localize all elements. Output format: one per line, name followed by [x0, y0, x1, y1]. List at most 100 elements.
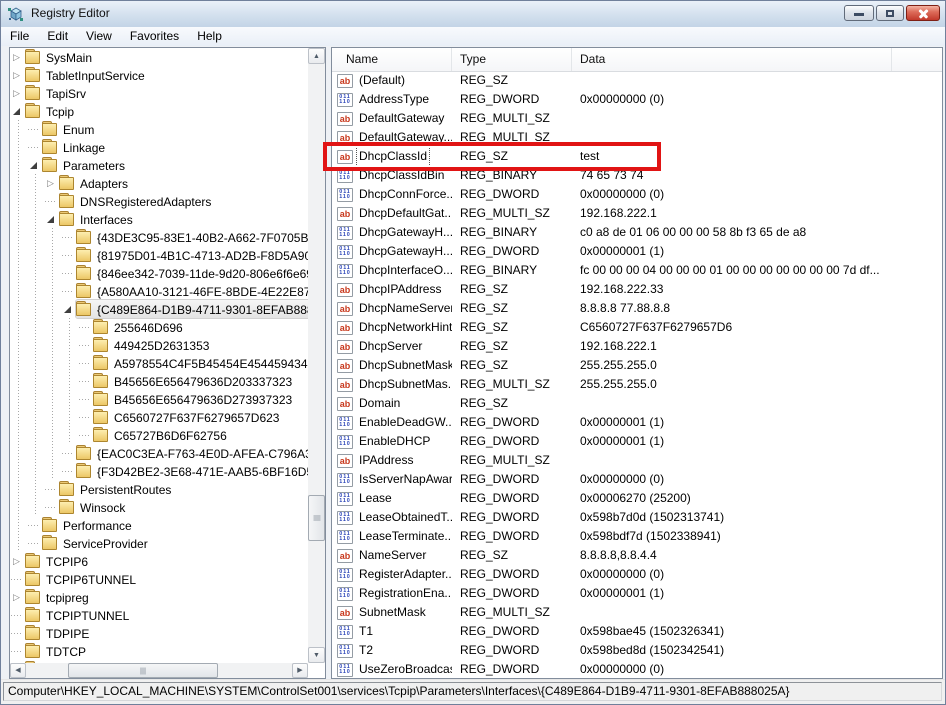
tree-node[interactable]: tcpipreg	[25, 588, 92, 606]
tree-node[interactable]: {846ee342-7039-11de-9d20-806e6f6e69	[76, 264, 308, 282]
scroll-right-arrow-icon[interactable]: ▶	[292, 663, 308, 678]
tree-node[interactable]: C6560727F637F6279657D623	[93, 408, 282, 426]
tree-vertical-scrollbar[interactable]: ▲ ▼	[308, 48, 325, 663]
tree-node[interactable]: C65727B6D6F62756	[93, 426, 230, 444]
registry-value-row[interactable]: abDhcpIPAddressREG_SZ192.168.222.33	[332, 280, 942, 299]
registry-value-row[interactable]: abDefaultGatewayREG_MULTI_SZ	[332, 109, 942, 128]
registry-value-row[interactable]: 011110DhcpGatewayH...REG_DWORD0x00000001…	[332, 242, 942, 261]
scroll-left-arrow-icon[interactable]: ◀	[10, 663, 26, 678]
expander-collapsed-icon[interactable]: ▷	[13, 66, 20, 84]
tree-node[interactable]: Tcpip	[25, 102, 77, 120]
tree-node[interactable]: B45656E656479636D203337323	[93, 372, 295, 390]
maximize-button[interactable]	[876, 5, 904, 21]
registry-value-row[interactable]: 011110T2REG_DWORD0x598bed8d (1502342541)	[332, 641, 942, 660]
registry-value-row[interactable]: abDhcpSubnetMaskREG_SZ255.255.255.0	[332, 356, 942, 375]
registry-value-row[interactable]: abDhcpSubnetMas...REG_MULTI_SZ255.255.25…	[332, 375, 942, 394]
tree-node[interactable]: TCPIP6	[25, 552, 91, 570]
registry-value-row[interactable]: 011110AddressTypeREG_DWORD0x00000000 (0)	[332, 90, 942, 109]
tree-node[interactable]: TCPIP6TUNNEL	[25, 570, 139, 588]
registry-value-row[interactable]: 011110DhcpGatewayH...REG_BINARYc0 a8 de …	[332, 223, 942, 242]
menu-item-help[interactable]: Help	[188, 27, 231, 46]
registry-value-row[interactable]: abDhcpServerREG_SZ192.168.222.1	[332, 337, 942, 356]
close-button[interactable]	[906, 5, 940, 21]
menu-item-favorites[interactable]: Favorites	[121, 27, 188, 46]
registry-value-row[interactable]: 011110DhcpClassIdBinREG_BINARY74 65 73 7…	[332, 166, 942, 185]
value-name-cell: abDomain	[332, 394, 452, 413]
registry-value-row[interactable]: 011110RegistrationEna...REG_DWORD0x00000…	[332, 584, 942, 603]
tree-node[interactable]: 255646D696	[93, 318, 186, 336]
registry-value-row[interactable]: 011110IsServerNapAwareREG_DWORD0x0000000…	[332, 470, 942, 489]
registry-value-row[interactable]: ab(Default)REG_SZ	[332, 71, 942, 90]
tree-node[interactable]: Interfaces	[59, 210, 136, 228]
value-data-cell: 0x598bed8d (1502342541)	[572, 641, 942, 660]
vertical-scroll-thumb[interactable]	[308, 495, 325, 541]
registry-value-row[interactable]: abDomainREG_SZ	[332, 394, 942, 413]
registry-value-row[interactable]: 011110LeaseREG_DWORD0x00006270 (25200)	[332, 489, 942, 508]
registry-value-row[interactable]: 011110LeaseTerminate...REG_DWORD0x598bdf…	[332, 527, 942, 546]
tree-node[interactable]: Performance	[42, 516, 135, 534]
registry-value-row[interactable]: 011110LeaseObtainedT...REG_DWORD0x598b7d…	[332, 508, 942, 527]
expander-collapsed-icon[interactable]: ▷	[47, 174, 54, 192]
tree-node[interactable]: 449425D2631353	[93, 336, 212, 354]
expander-expanded-icon[interactable]	[64, 306, 71, 313]
registry-value-row[interactable]: 011110DhcpInterfaceO...REG_BINARYfc 00 0…	[332, 261, 942, 280]
registry-value-row[interactable]: abDhcpNameServerREG_SZ8.8.8.8 77.88.8.8	[332, 299, 942, 318]
menu-item-file[interactable]: File	[1, 27, 38, 46]
registry-value-row[interactable]: 011110EnableDeadGW...REG_DWORD0x00000001…	[332, 413, 942, 432]
tree-horizontal-scrollbar[interactable]: ◀ ▶	[10, 663, 308, 678]
expander-collapsed-icon[interactable]: ▷	[13, 552, 20, 570]
tree-node[interactable]: Adapters	[59, 174, 131, 192]
tree-node[interactable]: TapiSrv	[25, 84, 89, 102]
minimize-button[interactable]	[844, 5, 874, 21]
menu-item-edit[interactable]: Edit	[38, 27, 77, 46]
column-header-name[interactable]: Name	[332, 48, 452, 71]
registry-value-row[interactable]: abDhcpNetworkHintREG_SZC6560727F637F6279…	[332, 318, 942, 337]
registry-value-row[interactable]: abDefaultGateway...REG_MULTI_SZ	[332, 128, 942, 147]
tree-node[interactable]: {EAC0C3EA-F763-4E0D-AFEA-C796A3A	[76, 444, 308, 462]
tree-node[interactable]: B45656E656479636D273937323	[93, 390, 295, 408]
tree-node[interactable]: TDPIPE	[25, 624, 92, 642]
scroll-up-arrow-icon[interactable]: ▲	[308, 48, 325, 64]
expander-collapsed-icon[interactable]: ▷	[13, 84, 20, 102]
registry-value-row[interactable]: 011110T1REG_DWORD0x598bae45 (1502326341)	[332, 622, 942, 641]
expander-expanded-icon[interactable]	[47, 216, 54, 223]
tree-node[interactable]: SysMain	[25, 48, 95, 66]
expander-expanded-icon[interactable]	[30, 162, 37, 169]
expander-expanded-icon[interactable]	[13, 108, 20, 115]
registry-value-row[interactable]: 011110UseZeroBroadcastREG_DWORD0x0000000…	[332, 660, 942, 678]
tree-node[interactable]: TabletInputService	[25, 66, 148, 84]
column-header-data[interactable]: Data	[572, 48, 892, 71]
tree-node[interactable]: Enum	[42, 120, 97, 138]
tree-node[interactable]: DNSRegisteredAdapters	[59, 192, 214, 210]
tree-node[interactable]: TDTCP	[25, 642, 89, 660]
tree-node[interactable]: {C489E864-D1B9-4711-9301-8EFAB888	[76, 300, 308, 318]
registry-value-row[interactable]: abSubnetMaskREG_MULTI_SZ	[332, 603, 942, 622]
menu-item-view[interactable]: View	[77, 27, 121, 46]
registry-value-row[interactable]: abDhcpDefaultGat...REG_MULTI_SZ192.168.2…	[332, 204, 942, 223]
registry-value-row[interactable]: 011110DhcpConnForce...REG_DWORD0x0000000…	[332, 185, 942, 204]
expander-collapsed-icon[interactable]: ▷	[13, 48, 20, 66]
expander-collapsed-icon[interactable]: ▷	[13, 588, 20, 606]
registry-value-row[interactable]: abIPAddressREG_MULTI_SZ	[332, 451, 942, 470]
scroll-down-arrow-icon[interactable]: ▼	[308, 647, 325, 663]
tree-node[interactable]: {43DE3C95-83E1-40B2-A662-7F0705B8	[76, 228, 308, 246]
tree-node[interactable]: Parameters	[42, 156, 128, 174]
tree-node[interactable]: {A580AA10-3121-46FE-8BDE-4E22E875	[76, 282, 308, 300]
tree-node[interactable]: Winsock	[59, 498, 128, 516]
tree-node[interactable]: Linkage	[42, 138, 108, 156]
tree-node[interactable]: TCPIPTUNNEL	[25, 606, 132, 624]
tree-node[interactable]: {81975D01-4B1C-4713-AD2B-F8D5A90	[76, 246, 308, 264]
column-header-type[interactable]: Type	[452, 48, 572, 71]
tree-node[interactable]: A5978554C4F5B45454E454459434F5	[93, 354, 308, 372]
tree-row: ▷ TapiSrv	[10, 84, 308, 102]
registry-value-row[interactable]: abNameServerREG_SZ8.8.8.8,8.8.4.4	[332, 546, 942, 565]
registry-value-row[interactable]: abDhcpClassIdREG_SZtest	[332, 147, 942, 166]
tree-connector	[78, 390, 93, 408]
registry-value-row[interactable]: 011110EnableDHCPREG_DWORD0x00000001 (1)	[332, 432, 942, 451]
registry-value-row[interactable]: 011110RegisterAdapter...REG_DWORD0x00000…	[332, 565, 942, 584]
horizontal-scroll-thumb[interactable]	[68, 663, 218, 678]
tree-node[interactable]: ServiceProvider	[42, 534, 151, 552]
title-bar[interactable]: Registry Editor	[1, 1, 945, 28]
tree-node[interactable]: {F3D42BE2-3E68-471E-AAB5-6BF16D5E	[76, 462, 308, 480]
tree-node[interactable]: PersistentRoutes	[59, 480, 174, 498]
